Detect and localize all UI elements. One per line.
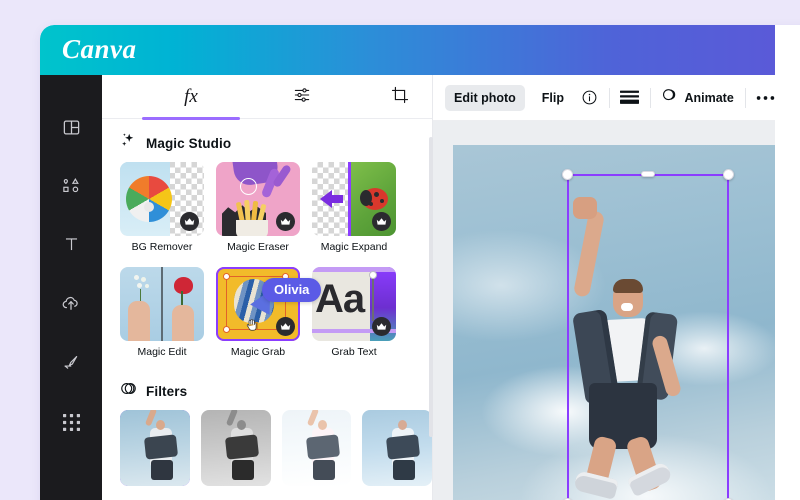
tile-label: Magic Expand [320, 241, 388, 253]
page-root: Canva fx Magic Studio BG Remover Magic E… [0, 0, 800, 500]
position-bars-icon[interactable] [620, 85, 640, 111]
filters-row [102, 410, 432, 486]
sidebar-item-elements[interactable] [40, 164, 102, 208]
tile-thumb[interactable]: Aa [312, 267, 396, 341]
layout-panel-icon [62, 118, 81, 137]
pro-crown-badge [276, 317, 295, 336]
sidebar-item-text[interactable] [40, 222, 102, 266]
section-title: Magic Studio [146, 135, 232, 151]
app-header-bar: Canva [40, 25, 775, 75]
pen-draw-icon [62, 353, 81, 372]
photo-image[interactable] [453, 145, 775, 500]
animate-button[interactable]: Animate [661, 86, 734, 109]
more-dots-icon[interactable] [756, 85, 775, 111]
pro-crown-badge [276, 212, 295, 231]
tile-label: BG Remover [131, 241, 193, 253]
animate-label: Animate [684, 90, 734, 105]
person-mouth [621, 303, 633, 311]
grid-apps-icon [62, 413, 80, 431]
sparkles-icon [120, 132, 137, 154]
tile-label: Grab Text [331, 346, 377, 358]
edit-photo-button[interactable]: Edit photo [445, 84, 525, 111]
tile-magic-expand[interactable]: Magic Expand [312, 162, 396, 253]
person-hair [613, 279, 643, 293]
text-t-icon [62, 235, 81, 254]
person-shoe-left [573, 470, 619, 500]
sidebar-item-apps[interactable] [40, 400, 102, 444]
cloud-upload-icon [61, 293, 81, 313]
shapes-icon [61, 177, 81, 196]
tab-crop[interactable] [360, 75, 432, 119]
tile-label: Magic Edit [137, 346, 187, 358]
pro-crown-badge [372, 317, 391, 336]
magic-studio-header: Magic Studio [102, 120, 432, 162]
sliders-icon [292, 85, 312, 110]
design-canvas-area[interactable] [433, 121, 775, 500]
animate-circles-icon [661, 86, 679, 109]
canva-logo[interactable]: Canva [62, 34, 137, 65]
tab-fx[interactable]: fx [142, 75, 240, 119]
tile-bg-remover[interactable]: BG Remover [120, 162, 204, 253]
person-arm-raised [572, 210, 606, 298]
pro-crown-badge [372, 212, 391, 231]
filter-greyscale[interactable] [200, 410, 271, 486]
fx-icon: fx [184, 86, 198, 107]
collaborator-cursor-label: Olivia [262, 278, 322, 302]
tile-label: Magic Grab [230, 346, 286, 358]
tile-magic-edit[interactable]: Magic Edit [120, 267, 204, 358]
tile-thumb[interactable] [312, 162, 396, 236]
tile-thumb[interactable] [120, 162, 204, 236]
info-circle-icon[interactable] [581, 85, 598, 111]
crop-icon [390, 85, 410, 110]
left-rail [40, 75, 102, 500]
panel-tab-bar: fx [102, 75, 432, 120]
filter-cool[interactable] [362, 410, 432, 486]
panel-content: Magic Studio BG Remover Magic Eraser Mag… [102, 120, 432, 500]
sidebar-item-draw[interactable] [40, 340, 102, 384]
canva-app-window: Canva fx Magic Studio BG Remover Magic E… [40, 25, 800, 500]
tile-magic-eraser[interactable]: Magic Eraser [216, 162, 300, 253]
filter-original[interactable] [120, 410, 190, 486]
tab-adjust[interactable] [262, 75, 342, 119]
sidebar-item-design[interactable] [40, 105, 102, 149]
person-fist [573, 197, 597, 219]
filters-header: Filters [102, 358, 432, 410]
magic-studio-row-1: BG Remover Magic Eraser Magic Expand [102, 162, 432, 253]
photo-frame[interactable] [453, 145, 775, 500]
tile-thumb[interactable] [120, 267, 204, 341]
editor-toolbar: Edit photo Flip Animate [433, 75, 775, 121]
filters-circles-icon [120, 380, 137, 402]
tile-grab-text[interactable]: Aa Grab Text [312, 267, 396, 358]
filter-bright[interactable] [281, 410, 352, 486]
tile-thumb[interactable] [216, 162, 300, 236]
section-title: Filters [146, 383, 188, 399]
pro-crown-badge [180, 212, 199, 231]
sidebar-item-uploads[interactable] [40, 281, 102, 325]
flip-button[interactable]: Flip [533, 85, 573, 111]
tile-label: Magic Eraser [227, 241, 289, 253]
